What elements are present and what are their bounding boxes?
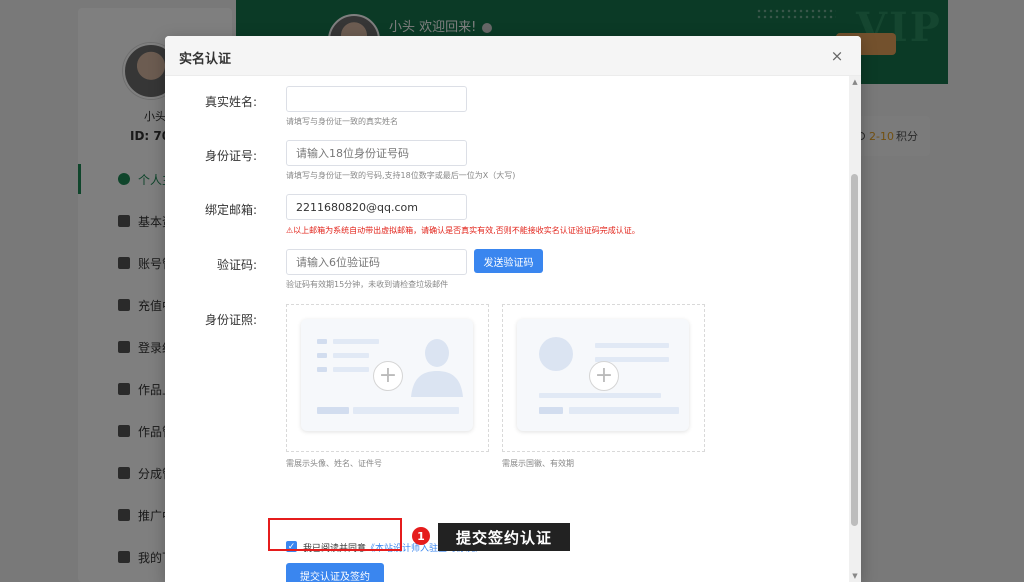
card-line: [539, 407, 563, 414]
scroll-down-icon[interactable]: ▼: [851, 572, 859, 580]
modal-header: 实名认证 ×: [165, 36, 861, 76]
send-code-button[interactable]: 发送验证码: [474, 249, 543, 273]
portrait-icon: [411, 339, 463, 397]
email-field[interactable]: [286, 194, 467, 220]
id-number-input[interactable]: [286, 140, 467, 166]
card-line: [539, 393, 661, 398]
scrollbar-thumb[interactable]: [851, 174, 858, 526]
id-front-upload[interactable]: +: [286, 304, 489, 452]
card-line: [569, 407, 679, 414]
id-back-hint: 需展示国徽、有效期: [502, 459, 574, 468]
code-input[interactable]: [286, 249, 467, 275]
close-icon[interactable]: ×: [825, 44, 849, 68]
annotation-number: 1: [412, 527, 430, 545]
modal-title: 实名认证: [179, 52, 232, 67]
card-line: [317, 339, 327, 344]
card-line: [317, 367, 327, 372]
id-photo-label: 身份证照:: [204, 313, 257, 327]
card-line: [317, 353, 327, 358]
submit-button[interactable]: 提交认证及签约: [286, 563, 384, 582]
card-line: [333, 353, 369, 358]
card-line: [317, 407, 349, 414]
code-hint: 验证码有效期15分钟，未收到请检查垃圾邮件: [286, 280, 449, 289]
real-name-modal: 实名认证 × 真实姓名: 请填写与身份证一致的真实姓名 身份证号: 请填写与身份…: [165, 36, 861, 582]
emblem-icon: [539, 337, 573, 371]
card-line: [333, 367, 369, 372]
modal-body: 真实姓名: 请填写与身份证一致的真实姓名 身份证号: 请填写与身份证一致的号码,…: [165, 76, 861, 582]
real-name-input[interactable]: [286, 86, 467, 112]
code-label: 验证码:: [216, 258, 257, 272]
card-line: [333, 339, 379, 344]
add-photo-icon: +: [373, 361, 403, 391]
email-warning: ⚠以上邮箱为系统自动带出虚拟邮箱，请确认是否真实有效,否则不能接收实名认证验证码…: [286, 226, 640, 235]
card-line: [353, 407, 459, 414]
real-name-label: 真实姓名:: [204, 95, 257, 109]
annotation-highlight-box: [268, 518, 402, 551]
add-photo-icon: +: [589, 361, 619, 391]
id-number-hint: 请填写与身份证一致的号码,支持18位数字或最后一位为X（大写): [286, 171, 516, 180]
scroll-up-icon[interactable]: ▲: [851, 78, 859, 86]
real-name-hint: 请填写与身份证一致的真实姓名: [286, 117, 398, 126]
annotation-label: 提交签约认证: [438, 523, 570, 551]
id-front-hint: 需展示头像、姓名、证件号: [286, 459, 382, 468]
card-line: [595, 343, 669, 348]
id-back-upload[interactable]: +: [502, 304, 705, 452]
id-number-label: 身份证号:: [204, 149, 257, 163]
email-label: 绑定邮箱:: [204, 203, 257, 217]
